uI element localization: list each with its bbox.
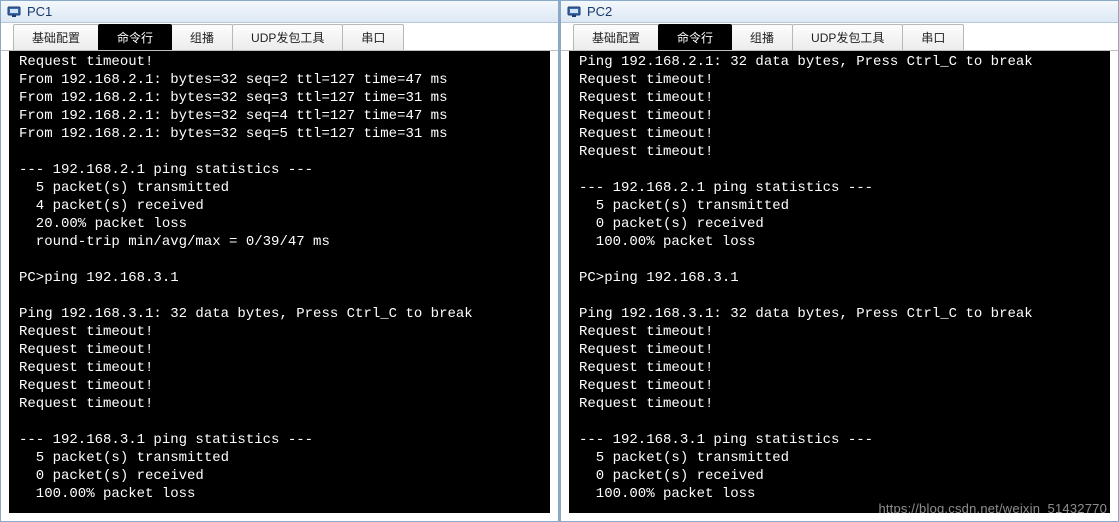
tab-basic-config[interactable]: 基础配置: [573, 24, 659, 50]
tab-serial[interactable]: 串口: [342, 24, 404, 50]
tab-udp-tool[interactable]: UDP发包工具: [792, 24, 903, 50]
tab-cli[interactable]: 命令行: [658, 24, 732, 50]
titlebar[interactable]: PC1: [1, 1, 558, 23]
tab-serial[interactable]: 串口: [902, 24, 964, 50]
tabbar: 基础配置 命令行 组播 UDP发包工具 串口: [1, 23, 558, 51]
terminal-output[interactable]: Ping 192.168.2.1: 32 data bytes, Press C…: [569, 51, 1110, 513]
window-pc1: PC1 基础配置 命令行 组播 UDP发包工具 串口 Request timeo…: [0, 0, 559, 522]
tab-udp-tool[interactable]: UDP发包工具: [232, 24, 343, 50]
terminal-output[interactable]: Request timeout! From 192.168.2.1: bytes…: [9, 51, 550, 513]
tab-basic-config[interactable]: 基础配置: [13, 24, 99, 50]
pc-icon: [567, 5, 581, 19]
window-title: PC2: [587, 4, 612, 19]
tabbar: 基础配置 命令行 组播 UDP发包工具 串口: [561, 23, 1118, 51]
pc-icon: [7, 5, 21, 19]
window-title: PC1: [27, 4, 52, 19]
tab-multicast[interactable]: 组播: [171, 24, 233, 50]
tab-cli[interactable]: 命令行: [98, 24, 172, 50]
window-pc2: PC2 基础配置 命令行 组播 UDP发包工具 串口 Ping 192.168.…: [559, 0, 1119, 522]
titlebar[interactable]: PC2: [561, 1, 1118, 23]
tab-multicast[interactable]: 组播: [731, 24, 793, 50]
